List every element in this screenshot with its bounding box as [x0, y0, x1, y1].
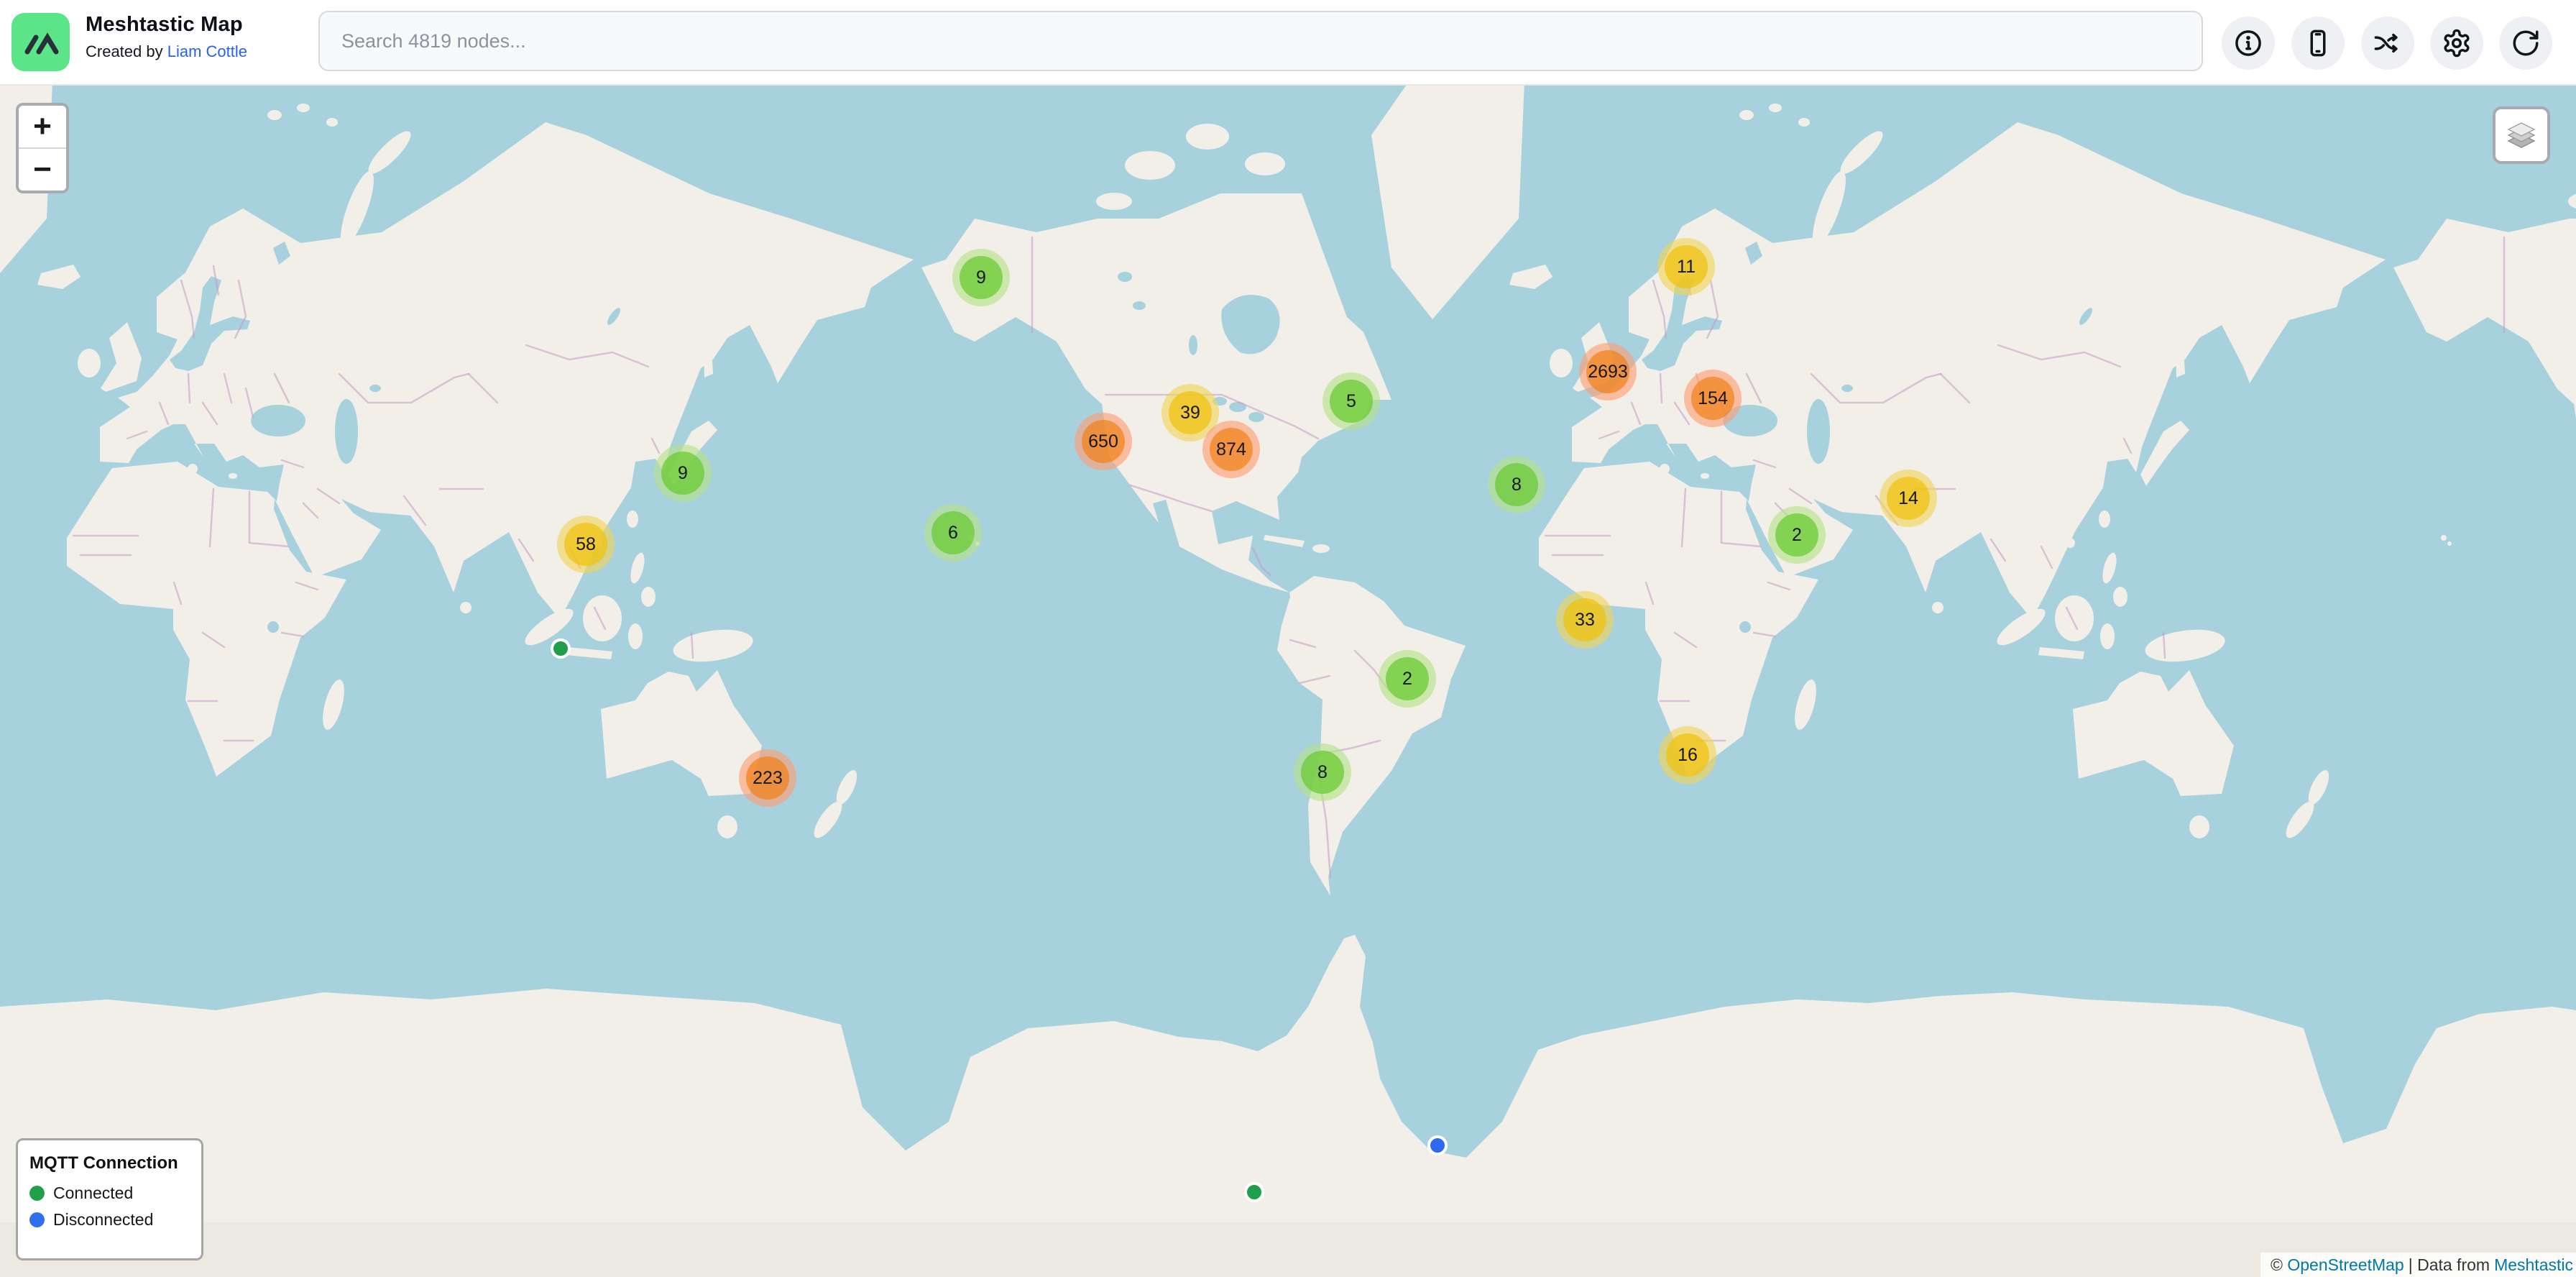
cluster-marker[interactable]: 2693 — [1579, 343, 1637, 401]
attribution-text: | Data from — [2409, 1255, 2490, 1275]
cluster-count: 8 — [1512, 475, 1522, 495]
layers-control[interactable] — [2493, 106, 2550, 164]
node-marker-disconnected[interactable] — [1427, 1135, 1448, 1155]
zoom-out-button[interactable]: − — [19, 149, 66, 191]
meshtastic-map-app: 911269315439650874589586214332816223 Mes… — [0, 0, 2576, 1277]
cluster-marker[interactable]: 9 — [952, 249, 1010, 306]
mqtt-legend: MQTT Connection Connected Disconnected — [16, 1138, 203, 1260]
cluster-count: 154 — [1698, 388, 1728, 409]
cluster-marker[interactable]: 2 — [1768, 506, 1826, 564]
legend-item-disconnected: Disconnected — [29, 1210, 190, 1230]
cluster-marker[interactable]: 874 — [1202, 421, 1260, 478]
meshtastic-logo-icon — [12, 13, 70, 71]
cluster-marker[interactable]: 16 — [1659, 726, 1716, 784]
cluster-count: 9 — [678, 463, 688, 484]
cluster-count: 2 — [1402, 669, 1412, 690]
legend-label: Connected — [53, 1184, 133, 1203]
copyright-symbol: © — [2271, 1255, 2283, 1275]
cluster-marker[interactable]: 6 — [924, 504, 982, 562]
osm-link[interactable]: OpenStreetMap — [2287, 1255, 2404, 1275]
cluster-marker[interactable]: 8 — [1488, 456, 1545, 513]
refresh-icon — [2511, 28, 2541, 58]
cluster-marker[interactable]: 33 — [1556, 591, 1614, 649]
connected-dot-icon — [29, 1186, 45, 1201]
legend-label: Disconnected — [53, 1210, 153, 1230]
author-link[interactable]: Liam Cottle — [167, 42, 247, 60]
map-attribution: © OpenStreetMap| Data fromMeshtastic — [2260, 1253, 2576, 1277]
title-block: Meshtastic Map Created by Liam Cottle — [86, 12, 247, 62]
created-by-text: Created by — [86, 42, 167, 60]
map-canvas[interactable] — [0, 0, 2576, 1277]
cluster-count: 650 — [1088, 431, 1118, 452]
cluster-count: 16 — [1678, 745, 1698, 766]
cluster-count: 58 — [576, 534, 596, 555]
refresh-button[interactable] — [2499, 17, 2552, 70]
cluster-marker[interactable]: 11 — [1657, 238, 1715, 296]
cluster-count: 2 — [1792, 525, 1802, 546]
cluster-marker[interactable]: 58 — [557, 516, 615, 573]
layers-icon — [2502, 116, 2541, 155]
cluster-count: 223 — [753, 768, 783, 789]
search-input[interactable] — [318, 11, 2203, 71]
zoom-in-button[interactable]: + — [19, 106, 66, 147]
node-marker-connected[interactable] — [1244, 1182, 1264, 1202]
gear-icon — [2442, 28, 2472, 58]
meshtastic-link[interactable]: Meshtastic — [2494, 1255, 2573, 1275]
info-button[interactable] — [2222, 17, 2275, 70]
cluster-marker[interactable]: 9 — [654, 444, 712, 502]
info-icon — [2233, 28, 2263, 58]
legend-title: MQTT Connection — [29, 1153, 190, 1173]
cluster-marker[interactable]: 14 — [1880, 470, 1937, 527]
world-map — [0, 0, 2576, 1277]
cluster-count: 9 — [976, 267, 986, 288]
cluster-count: 6 — [948, 523, 958, 544]
random-node-button[interactable] — [2361, 17, 2414, 70]
header-bar: Meshtastic Map Created by Liam Cottle — [0, 0, 2576, 86]
cluster-count: 33 — [1575, 610, 1595, 631]
cluster-count: 39 — [1180, 403, 1200, 424]
cluster-marker[interactable]: 650 — [1075, 413, 1132, 470]
cluster-count: 8 — [1317, 762, 1328, 783]
cluster-marker[interactable]: 154 — [1684, 370, 1742, 427]
cluster-marker[interactable]: 5 — [1322, 372, 1380, 430]
legend-item-connected: Connected — [29, 1184, 190, 1203]
cluster-count: 14 — [1898, 488, 1918, 509]
cluster-marker[interactable]: 2 — [1379, 650, 1436, 708]
cluster-count: 11 — [1677, 257, 1696, 278]
cluster-marker[interactable]: 223 — [739, 749, 796, 807]
settings-button[interactable] — [2430, 17, 2483, 70]
mobile-app-button[interactable] — [2291, 17, 2345, 70]
smartphone-icon — [2303, 28, 2333, 58]
page-title: Meshtastic Map — [86, 12, 247, 37]
created-by: Created by Liam Cottle — [86, 42, 247, 62]
node-marker-connected[interactable] — [551, 638, 571, 659]
cluster-count: 874 — [1216, 439, 1246, 460]
shuffle-icon — [2373, 28, 2403, 58]
zoom-control: + − — [16, 103, 69, 193]
cluster-count: 5 — [1346, 391, 1356, 412]
disconnected-dot-icon — [29, 1212, 45, 1227]
cluster-marker[interactable]: 8 — [1294, 743, 1351, 801]
cluster-count: 2693 — [1588, 362, 1628, 383]
